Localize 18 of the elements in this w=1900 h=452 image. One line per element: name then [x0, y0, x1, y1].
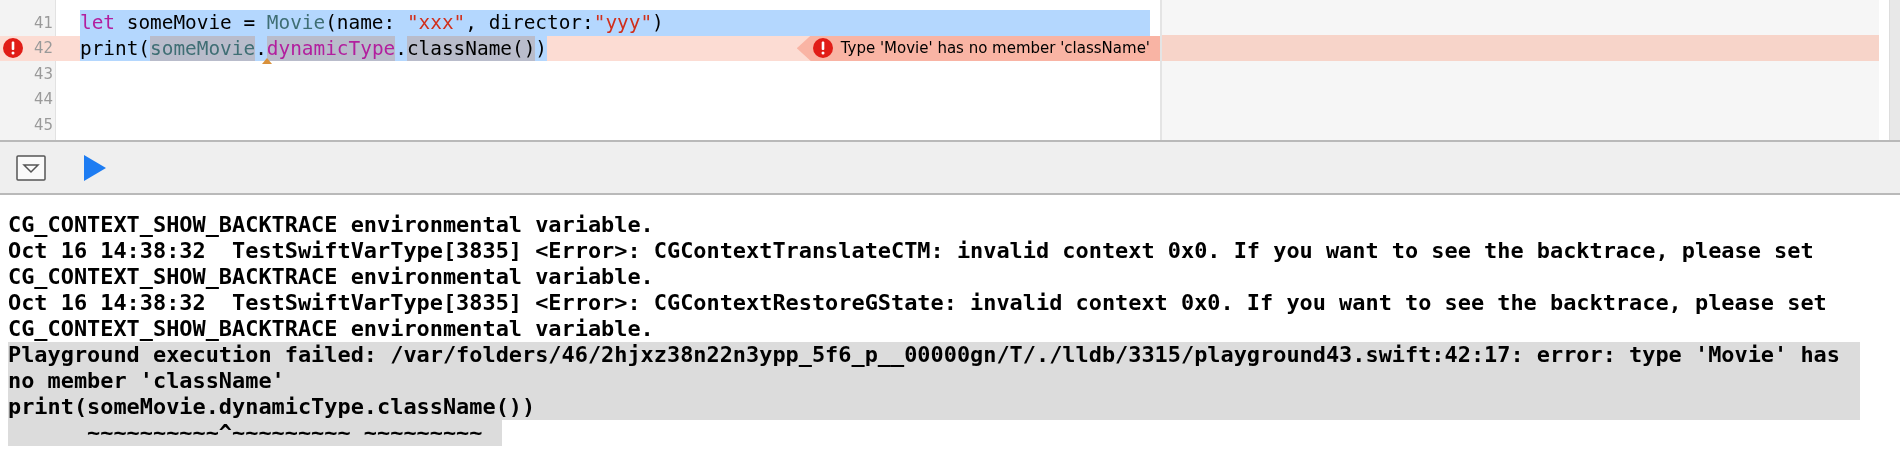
console-line: CG_CONTEXT_SHOW_BACKTRACE environmental variable.: [8, 316, 655, 342]
error-underline: ~~~~~~~~~~^~~~~~~~~~ ~~~~~~~~~: [8, 420, 503, 446]
line-number: 44: [33, 90, 53, 109]
caret-icon: [261, 58, 272, 64]
line-number: 42: [33, 39, 53, 58]
hide-debug-area-button[interactable]: [16, 154, 46, 181]
error-message: Type 'Movie' has no member 'className': [796, 35, 1160, 61]
console-line: CG_CONTEXT_SHOW_BACKTRACE environmental variable.: [8, 212, 655, 238]
error-icon: [3, 38, 23, 59]
console-line: Oct 16 14:38:32 TestSwiftVarType[3835] <Error>: CGContextRestoreGState: invalid context 0x0. If you want to see the backtrace, please set: [8, 290, 1828, 316]
line-number: 41: [33, 13, 53, 32]
console-line: CG_CONTEXT_SHOW_BACKTRACE environmental variable.: [8, 264, 655, 290]
console-line: Oct 16 14:38:32 TestSwiftVarType[3835] <Error>: CGContextTranslateCTM: invalid context 0x0. If you want to see the backtrace, please set: [8, 238, 1815, 264]
line-number: 45: [33, 115, 53, 134]
line-number: 43: [33, 64, 53, 83]
error-icon: [812, 38, 833, 59]
scrollbar[interactable]: [1889, 0, 1900, 140]
run-button[interactable]: [84, 154, 106, 181]
